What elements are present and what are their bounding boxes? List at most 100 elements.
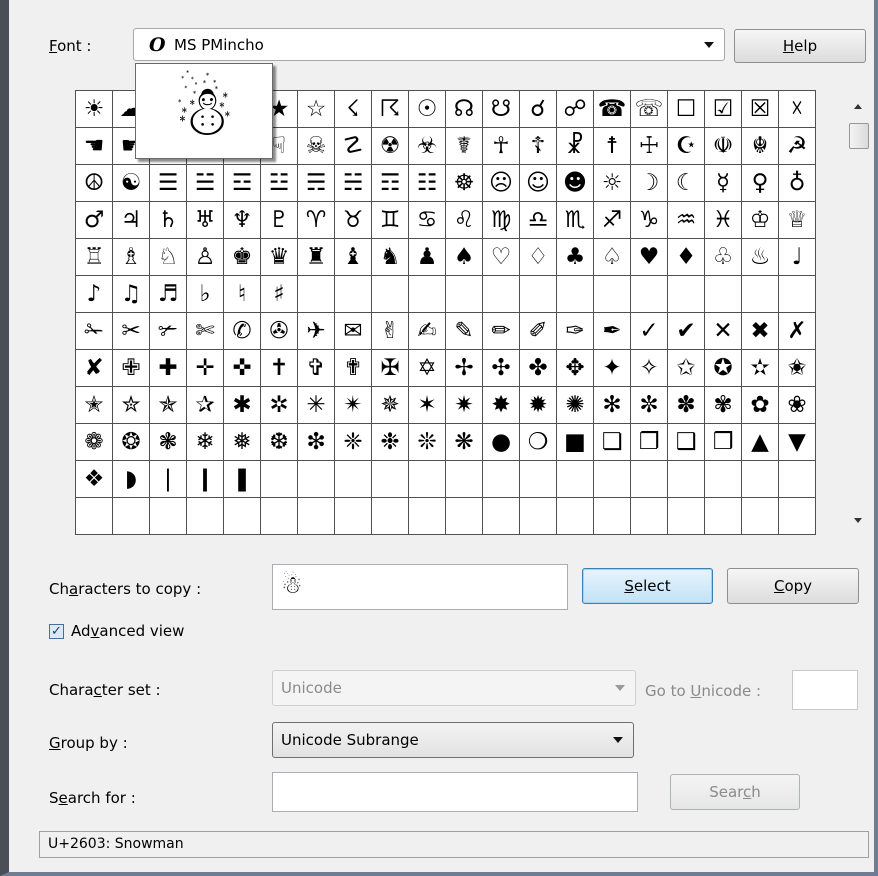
character-cell[interactable]: ♎ xyxy=(520,202,557,239)
character-cell[interactable]: ✧ xyxy=(631,350,668,387)
search-input[interactable] xyxy=(272,772,638,812)
character-set-select[interactable]: Unicode xyxy=(272,670,636,706)
character-cell[interactable]: ♌ xyxy=(446,202,483,239)
character-cell[interactable] xyxy=(446,276,483,313)
character-cell[interactable] xyxy=(705,276,742,313)
character-cell[interactable]: ☹ xyxy=(483,165,520,202)
font-select[interactable]: O MS PMincho xyxy=(133,28,725,61)
character-cell[interactable] xyxy=(335,461,372,498)
character-cell[interactable]: ♔ xyxy=(742,202,779,239)
character-cell[interactable]: ■ xyxy=(557,424,594,461)
character-cell[interactable]: ☌ xyxy=(520,91,557,128)
character-cell[interactable]: ✆ xyxy=(224,313,261,350)
character-cell[interactable]: ❇ xyxy=(298,424,335,461)
character-cell[interactable]: ❃ xyxy=(150,424,187,461)
grid-scrollbar[interactable] xyxy=(844,90,874,537)
character-cell[interactable]: ❘ xyxy=(150,461,187,498)
character-cell[interactable]: ☺ xyxy=(520,165,557,202)
character-cell[interactable]: ❆ xyxy=(261,424,298,461)
character-cell[interactable]: ♇ xyxy=(261,202,298,239)
character-cell[interactable]: ☎ xyxy=(594,91,631,128)
character-cell[interactable]: ✍ xyxy=(409,313,446,350)
character-cell[interactable]: ☯ xyxy=(113,165,150,202)
character-cell[interactable]: ✗ xyxy=(779,313,816,350)
character-cell[interactable] xyxy=(261,498,298,535)
character-cell[interactable]: ♪ xyxy=(76,276,113,313)
character-cell[interactable]: ✘ xyxy=(76,350,113,387)
character-cell[interactable]: ✥ xyxy=(557,350,594,387)
character-cell[interactable]: ✠ xyxy=(372,350,409,387)
character-cell[interactable]: ♒ xyxy=(668,202,705,239)
character-cell[interactable]: ♛ xyxy=(261,239,298,276)
character-cell[interactable] xyxy=(668,276,705,313)
character-cell[interactable]: ☳ xyxy=(261,165,298,202)
character-cell[interactable]: ✣ xyxy=(483,350,520,387)
character-cell[interactable]: ☥ xyxy=(483,128,520,165)
character-cell[interactable]: ✷ xyxy=(446,387,483,424)
character-cell[interactable]: ☍ xyxy=(557,91,594,128)
character-cell[interactable] xyxy=(298,276,335,313)
character-cell[interactable]: ♞ xyxy=(372,239,409,276)
character-cell[interactable] xyxy=(742,498,779,535)
character-cell[interactable]: ☡ xyxy=(335,128,372,165)
character-cell[interactable]: ☢ xyxy=(372,128,409,165)
character-cell[interactable]: ✽ xyxy=(668,387,705,424)
character-cell[interactable]: ♋ xyxy=(409,202,446,239)
character-cell[interactable]: ✝ xyxy=(261,350,298,387)
character-cell[interactable]: ♈ xyxy=(298,202,335,239)
character-cell[interactable]: ♑ xyxy=(631,202,668,239)
character-cell[interactable]: ✱ xyxy=(224,387,261,424)
character-cell[interactable]: ☩ xyxy=(631,128,668,165)
character-cell[interactable] xyxy=(298,498,335,535)
character-cell[interactable]: ♖ xyxy=(76,239,113,276)
character-cell[interactable]: ● xyxy=(483,424,520,461)
character-cell[interactable]: ▲ xyxy=(742,424,779,461)
character-cell[interactable]: ♂ xyxy=(76,202,113,239)
character-cell[interactable] xyxy=(483,276,520,313)
character-cell[interactable]: ☊ xyxy=(446,91,483,128)
character-cell[interactable]: ♬ xyxy=(150,276,187,313)
character-cell[interactable] xyxy=(520,276,557,313)
character-cell[interactable] xyxy=(668,498,705,535)
character-cell[interactable]: ☧ xyxy=(557,128,594,165)
character-cell[interactable] xyxy=(668,461,705,498)
character-cell[interactable]: ❁ xyxy=(76,424,113,461)
characters-to-copy-field[interactable]: ☃ xyxy=(272,564,568,610)
character-cell[interactable] xyxy=(742,276,779,313)
character-cell[interactable]: ✫ xyxy=(742,350,779,387)
character-cell[interactable]: ✂ xyxy=(113,313,150,350)
character-cell[interactable]: ✙ xyxy=(113,350,150,387)
character-cell[interactable]: ☫ xyxy=(705,128,742,165)
character-cell[interactable]: ☼ xyxy=(594,165,631,202)
character-cell[interactable]: ♄ xyxy=(150,202,187,239)
character-cell[interactable]: ✻ xyxy=(594,387,631,424)
character-cell[interactable]: ♏ xyxy=(557,202,594,239)
character-cell[interactable]: ✑ xyxy=(557,313,594,350)
character-cell[interactable]: ☵ xyxy=(335,165,372,202)
character-cell[interactable]: ✰ xyxy=(187,387,224,424)
character-cell[interactable]: ♩ xyxy=(779,239,816,276)
character-cell[interactable]: ☱ xyxy=(187,165,224,202)
character-cell[interactable]: ❚ xyxy=(224,461,261,498)
character-cell[interactable]: ❍ xyxy=(520,424,557,461)
character-cell[interactable]: ☐ xyxy=(668,91,705,128)
character-cell[interactable]: ☉ xyxy=(409,91,446,128)
character-cell[interactable]: ♀ xyxy=(742,165,779,202)
character-cell[interactable]: ♕ xyxy=(779,202,816,239)
character-cell[interactable]: ✦ xyxy=(594,350,631,387)
character-cell[interactable] xyxy=(187,498,224,535)
character-cell[interactable] xyxy=(631,461,668,498)
character-cell[interactable]: ☈ xyxy=(372,91,409,128)
character-cell[interactable]: ♮ xyxy=(224,276,261,313)
character-cell[interactable]: ✮ xyxy=(113,387,150,424)
character-cell[interactable]: ✵ xyxy=(372,387,409,424)
character-cell[interactable]: ✯ xyxy=(150,387,187,424)
character-cell[interactable] xyxy=(705,461,742,498)
character-cell[interactable]: ♣ xyxy=(557,239,594,276)
character-cell[interactable]: ✉ xyxy=(335,313,372,350)
character-cell[interactable]: ♟ xyxy=(409,239,446,276)
character-cell[interactable]: ☻ xyxy=(557,165,594,202)
character-cell[interactable]: ♤ xyxy=(594,239,631,276)
character-cell[interactable]: ❏ xyxy=(594,424,631,461)
character-cell[interactable]: ☦ xyxy=(520,128,557,165)
